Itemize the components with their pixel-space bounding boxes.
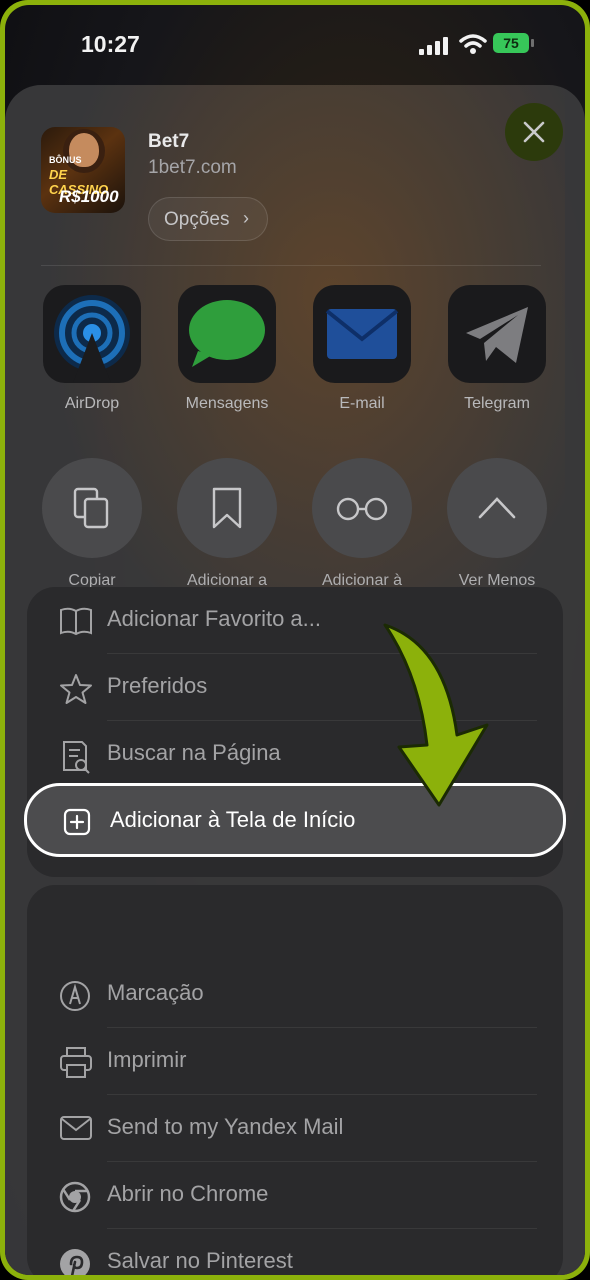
status-bar: 10:27 75 (5, 5, 585, 85)
options-label: Opções (164, 209, 230, 230)
site-url: 1bet7.com (148, 157, 237, 178)
book-icon (60, 607, 92, 636)
battery-cap (531, 39, 534, 47)
site-thumbnail: BÔNUS DE CASSINO R$1000 (41, 127, 125, 213)
menu-label-open-chrome: Abrir no Chrome (107, 1181, 269, 1206)
chrome-icon (59, 1181, 91, 1213)
messages-icon (178, 285, 276, 383)
copy-icon (42, 458, 142, 558)
thumbnail-text-3: R$1000 (59, 187, 119, 206)
menu-label-pinterest: Salvar no Pinterest (107, 1248, 293, 1273)
menu-label-find-in-page: Buscar na Página (107, 740, 281, 765)
app-label-messages: Mensagens (185, 395, 269, 412)
envelope-icon (60, 1116, 92, 1140)
app-label-email: E-mail (339, 395, 385, 412)
menu-label-add-to-home-screen: Adicionar à Tela de Início (110, 807, 356, 832)
menu-item-markup[interactable]: Marcação (27, 961, 563, 1028)
plus-square-icon (63, 808, 91, 836)
status-time: 10:27 (81, 31, 140, 57)
menu-item-yandex-mail[interactable]: Send to my Yandex Mail (27, 1095, 563, 1162)
close-button[interactable] (505, 103, 563, 161)
menu-item-print[interactable]: Imprimir (27, 1028, 563, 1095)
app-airdrop[interactable]: AirDrop (42, 285, 142, 413)
printer-icon (60, 1047, 92, 1078)
pinterest-icon (60, 1249, 90, 1275)
star-icon (60, 674, 92, 704)
app-label-airdrop: AirDrop (64, 395, 120, 412)
app-telegram[interactable]: Telegram (447, 285, 547, 413)
options-button[interactable]: Opções › (148, 197, 268, 241)
wifi-icon (459, 34, 487, 54)
mail-icon (313, 285, 411, 383)
pointer-arrow-icon (383, 623, 489, 807)
menu-label-print: Imprimir (107, 1047, 187, 1072)
app-email[interactable]: E-mail (312, 285, 412, 413)
site-title: Bet7 (148, 131, 190, 152)
menu-label-markup: Marcação (107, 980, 204, 1005)
menu-label-yandex-mail: Send to my Yandex Mail (107, 1114, 344, 1139)
menu-label-add-bookmark: Adicionar Favorito a... (107, 606, 321, 631)
action-copy[interactable]: Copiar (34, 458, 150, 591)
battery-level: 75 (503, 35, 519, 51)
chevron-right-icon: › (243, 208, 249, 228)
close-icon (523, 121, 545, 143)
app-messages[interactable]: Mensagens (177, 285, 277, 413)
cellular-signal-icon (419, 37, 448, 55)
chevron-up-icon (447, 458, 547, 558)
glasses-icon (312, 458, 412, 558)
find-page-icon (63, 741, 90, 774)
bookmark-icon (177, 458, 277, 558)
header-divider (41, 265, 541, 266)
markup-icon (60, 981, 90, 1011)
airdrop-icon (43, 285, 141, 383)
thumbnail-text-1: BÔNUS (49, 155, 82, 165)
app-label-telegram: Telegram (464, 395, 530, 412)
screen: 10:27 75 BÔNUS DE CASSINO R$1000 Bet7 1b… (5, 5, 585, 1275)
telegram-icon (448, 285, 546, 383)
menu-item-open-chrome[interactable]: Abrir no Chrome (27, 1162, 563, 1229)
menu-label-preferidos: Preferidos (107, 673, 208, 698)
menu-group-2: Marcação Imprimir Send to my Yandex Mail (27, 885, 563, 1275)
battery-indicator: 75 (493, 33, 529, 53)
action-see-less[interactable]: Ver Menos (439, 458, 555, 591)
menu-item-pinterest[interactable]: Salvar no Pinterest (27, 1229, 563, 1275)
